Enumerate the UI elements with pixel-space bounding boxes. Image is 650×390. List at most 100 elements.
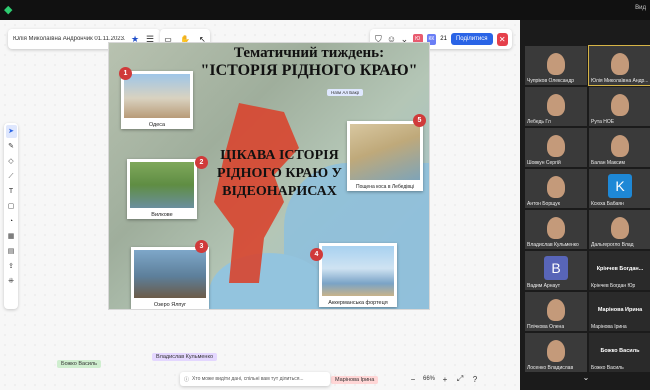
zoom-out-icon[interactable]: − [408,375,418,384]
frame-tool-icon[interactable]: ▦ [6,230,17,243]
info-hint: ⓘ Хто може видіти дані, спільні вам тут … [180,372,330,386]
participant-tile[interactable]: K Ксюха Бабаян [589,169,650,208]
participant-tile[interactable]: Плічкова Олена [525,292,587,331]
photo-card-vylkove[interactable]: Вилкове [127,159,197,219]
participant-name: Дальгерогло Влад [591,242,634,248]
participant-name: Божко Василь [591,365,624,371]
photo-card-yalpuh[interactable]: Озеро Ялпуг [131,247,209,309]
comment-icon[interactable]: ◔ [6,215,17,228]
participant-tile[interactable]: Юлія Миколаївна Андр... [588,45,650,86]
participant-name: Владислав Кульменко [527,242,579,248]
avatar: K [608,174,632,198]
window-topbar: ◆ Вид [0,0,650,20]
photo-yalpuh [134,250,206,298]
participant-video [547,135,565,157]
participant-tile[interactable]: Шовкун Сергій [525,128,587,167]
text-tool-icon[interactable]: T [6,185,17,198]
info-icon: ⓘ [184,376,190,383]
participant-tile[interactable]: Владислав Кульменко [525,210,587,249]
pen-tool-icon[interactable]: ✎ [6,140,17,153]
participant-video [547,340,565,362]
participant-tile[interactable]: Антон Борщук [525,169,587,208]
participant-video [547,94,565,116]
photo-caption: Аккерманська фортеця [328,300,388,306]
sticky-note-icon[interactable]: ▢ [6,200,17,213]
participant-name: Шовкун Сергій [527,160,561,166]
participant-name: Рута НОЕ [591,119,615,125]
participant-video [611,94,629,116]
upload-icon[interactable]: ⇪ [6,260,17,273]
photo-lebedivka [350,124,420,180]
participant-name: Крінчев Богдан Юр [591,283,636,289]
participant-tile[interactable]: Балан Максим [589,128,650,167]
participant-name: Лосенко Владислав [527,365,574,371]
help-icon[interactable]: ? [470,375,480,384]
photo-number-badge: 2 [195,156,208,169]
participant-name: Лебедь Гл [527,119,551,125]
participant-tile[interactable]: Лосенко Владислав [525,333,587,372]
cursor-label: Марінова Ірина [331,376,379,384]
participant-tile[interactable]: Божко Василь Божко Василь [589,333,650,372]
participant-name: Плічкова Олена [527,324,565,330]
participant-name: Балан Максим [591,160,625,166]
participant-tile[interactable]: Марінова Ирина Марінова Ірина [589,292,650,331]
presentation-slide[interactable]: Тематичний тиждень: "ІСТОРІЯ РІДНОГО КРА… [108,42,430,310]
line-tool-icon[interactable]: ⟋ [6,170,17,183]
shape-tool-icon[interactable]: ◇ [6,155,17,168]
close-icon[interactable]: ✕ [496,32,508,46]
participant-big-name: Божко Василь [600,348,640,354]
chevron-down-icon[interactable]: ⌄ [579,373,593,385]
share-button[interactable]: Поділитися [450,33,493,45]
participant-name: Марінова Ірина [591,324,627,330]
photo-caption: Вилкове [151,212,173,218]
avatar: В [544,256,568,280]
more-tools-icon[interactable]: ⁜ [6,275,17,288]
view-menu[interactable]: Вид [635,5,646,11]
template-icon[interactable]: ▤ [6,245,17,258]
participant-big-name: Крінчев Богдан... [596,266,644,272]
cursor-label: Владислав Кульменко [152,353,217,361]
participant-video [611,53,629,75]
participant-video [547,176,565,198]
select-tool-icon[interactable]: ➤ [5,125,17,138]
participant-tile[interactable]: Чупріков Олександр [525,46,587,85]
photo-vylkove [130,162,194,208]
participant-tile[interactable]: Крінчев Богдан... Крінчев Богдан Юр [589,251,650,290]
participant-video [547,217,565,239]
photo-card-odesa[interactable]: Одеса [121,71,193,129]
cursor-label: Божко Василь [57,360,101,368]
left-tool-palette: ➤ ✎ ◇ ⟋ T ▢ ◔ ▦ ▤ ⇪ ⁜ [4,123,18,309]
photo-number-badge: 4 [310,248,323,261]
participant-tile[interactable]: Дальгерогло Влад [589,210,650,249]
zoom-in-icon[interactable]: + [440,375,450,384]
photo-caption: Одеса [148,122,166,128]
participant-name: Вадим Арнаут [527,283,561,289]
slide-title-main: "ІСТОРІЯ РІДНОГО КРАЮ" [200,62,418,79]
zoom-controls: − 66% + ⤢ ? [408,371,516,387]
photo-number-badge: 3 [195,240,208,253]
participant-name: Чупріков Олександр [527,78,575,84]
photo-card-lebedivka[interactable]: Пощена коса в Лебедівці [347,121,423,191]
photo-caption: Пощена коса в Лебедівці [355,184,415,190]
whiteboard-canvas[interactable]: Юлія Миколаївна Андрончик 01.11.2023... … [0,20,520,390]
app-logo-icon: ◆ [4,4,13,16]
zoom-level[interactable]: 66% [423,376,435,382]
participant-tile[interactable]: Рута НОЕ [589,87,650,126]
photo-number-badge: 1 [119,67,132,80]
participant-name: Юлія Миколаївна Андр... [591,78,649,84]
participant-video [611,217,629,239]
video-gallery: Чупріков Олександр Юлія Миколаївна Андр.… [520,20,650,390]
slide-subtitle: ЦІКАВА ІСТОРІЯ РІДНОГО КРАЮ У ВІДЕОНАРИС… [217,148,342,199]
participant-count[interactable]: 21 [440,36,447,42]
photo-card-akkerman[interactable]: Аккерманська фортеця [319,243,397,307]
participant-tile[interactable]: Лебедь Гл [525,87,587,126]
participant-name: Ксюха Бабаян [591,201,624,207]
participant-video [611,135,629,157]
participant-tile[interactable]: В Вадим Арнаут [525,251,587,290]
participant-name: Антон Борщук [527,201,560,207]
fit-screen-icon[interactable]: ⤢ [455,374,465,384]
photo-caption: Озеро Ялпуг [153,302,187,308]
participant-big-name: Марінова Ирина [597,307,643,313]
photo-akkerman [322,246,394,296]
hint-text: Хто може видіти дані, спільні вам тут ді… [192,376,304,382]
